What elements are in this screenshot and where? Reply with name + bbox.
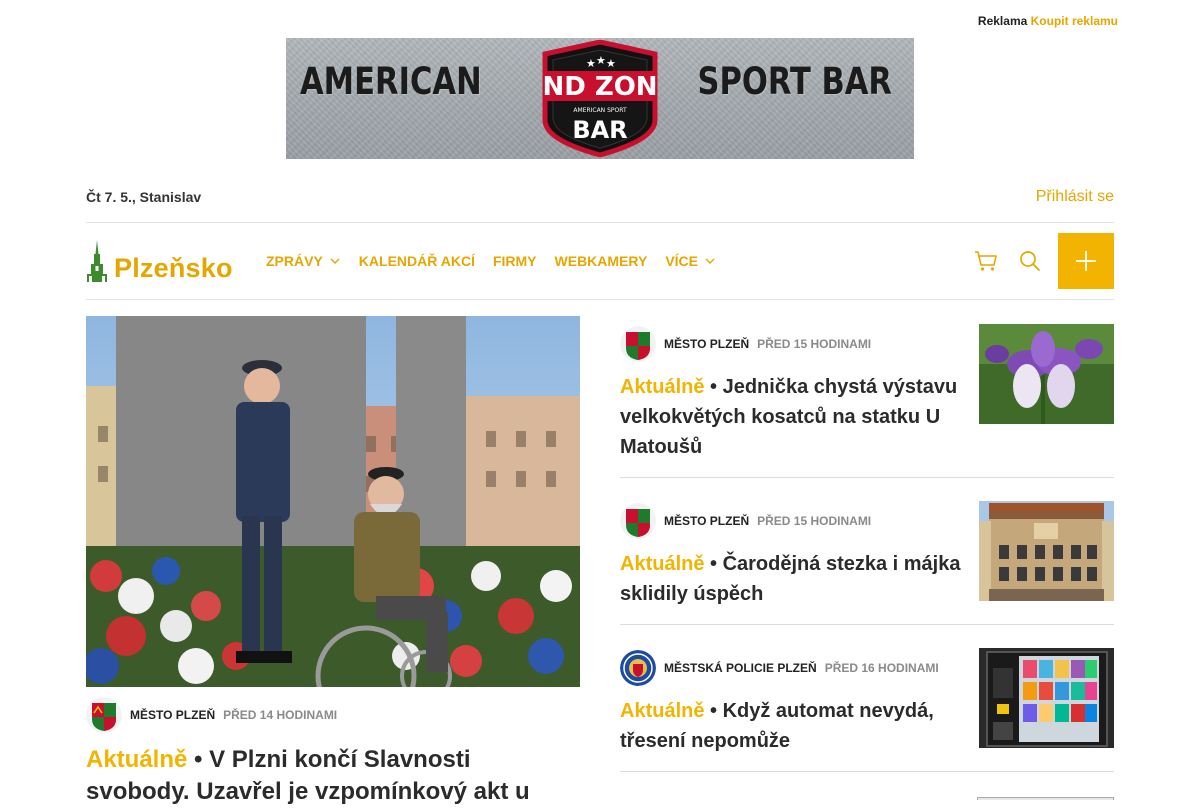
chevron-down-icon — [330, 258, 340, 264]
post-time: PŘED 15 HODINAMI — [757, 337, 872, 351]
article-thumbnail[interactable] — [979, 501, 1114, 601]
source-name: MĚSTO PLZEŇ — [664, 337, 750, 351]
divider — [620, 477, 1114, 478]
plzen-crest-icon — [86, 697, 122, 733]
divider — [620, 624, 1114, 625]
article-meta: MĚSTO PLZEŇ PŘED 15 HODINAMI — [620, 503, 871, 539]
main-article-image[interactable] — [86, 316, 580, 687]
svg-text:★: ★ — [606, 57, 616, 70]
cathedral-logo-icon — [87, 240, 107, 282]
cart-button[interactable] — [973, 248, 999, 274]
chevron-down-icon — [705, 258, 715, 264]
plzen-crest-icon — [620, 503, 656, 539]
article-title[interactable]: Aktuálně • Když automat nevydá, třesení … — [620, 696, 965, 756]
list-item: MĚSTO PLZEŇ PŘED 15 HODINAMI Aktuálně • … — [620, 324, 1114, 464]
nav-label: KALENDÁŘ AKCÍ — [358, 253, 475, 269]
ad-banner[interactable]: AMERICAN SPORT BAR ★ ★ ★ END ZONE AMERIC… — [286, 38, 914, 159]
nav-item-zpravy[interactable]: ZPRÁVY — [266, 253, 341, 269]
article-title[interactable]: Aktuálně • Čarodějná stezka i májka skli… — [620, 549, 965, 609]
article-meta: MĚSTSKÁ POLICIE PLZEŇ PŘED 16 HODINAMI — [620, 650, 939, 686]
badge-top-text: END ZONE — [541, 72, 659, 102]
header-divider — [86, 222, 1114, 223]
article-thumbnail[interactable] — [979, 324, 1114, 424]
article-thumbnail[interactable] — [979, 648, 1114, 748]
search-icon — [1020, 251, 1040, 271]
veterans-photo — [86, 316, 580, 687]
cart-icon — [975, 251, 997, 271]
article-meta: MĚSTO PLZEŇ PŘED 15 HODINAMI — [620, 326, 871, 362]
list-item: MĚSTO PLZEŇ PŘED 15 HODINAMI Aktuálně • … — [620, 501, 1114, 611]
kicker-label: Aktuálně — [620, 553, 705, 575]
nav-label: WEBKAMERY — [554, 253, 648, 269]
list-item: MĚSTSKÁ POLICIE PLZEŇ PŘED 16 HODINAMI A… — [620, 648, 1114, 758]
end-zone-badge-icon: ★ ★ ★ END ZONE AMERICAN SPORT BAR — [541, 40, 659, 157]
nav-label: FIRMY — [492, 253, 537, 269]
list-item — [620, 795, 1114, 800]
plzen-crest-icon — [620, 326, 656, 362]
post-time: PŘED 15 HODINAMI — [757, 514, 872, 528]
divider — [620, 771, 1114, 772]
svg-text:★: ★ — [586, 57, 596, 70]
source-name: MĚSTO PLZEŇ — [664, 514, 750, 528]
svg-text:★: ★ — [596, 54, 606, 67]
login-link[interactable]: Přihlásit se — [1036, 188, 1114, 206]
date-nameday: Čt 7. 5., Stanislav — [86, 189, 202, 205]
buy-ad-link[interactable]: Koupit reklamu — [1031, 14, 1118, 28]
main-article-meta: MĚSTO PLZEŇ PŘED 14 HODINAMI — [86, 697, 337, 733]
post-time: PŘED 14 HODINAMI — [223, 708, 338, 722]
iris-flower-photo — [979, 324, 1114, 424]
reklama-label: Reklama — [977, 14, 1028, 28]
nav-item-kalendar-akci[interactable]: KALENDÁŘ AKCÍ — [359, 253, 475, 269]
site-logo[interactable]: Plzeňsko — [86, 240, 233, 282]
main-nav: ZPRÁVY KALENDÁŘ AKCÍ FIRMY WEBKAMERY VÍC… — [266, 253, 716, 269]
nav-item-vice[interactable]: VÍCE — [665, 253, 716, 269]
vending-machine-photo — [979, 648, 1114, 748]
kicker-label: Aktuálně — [620, 700, 705, 722]
nav-label: ZPRÁVY — [266, 253, 323, 269]
kicker-label: Aktuálně — [620, 376, 705, 398]
nav-item-webkamery[interactable]: WEBKAMERY — [555, 253, 648, 269]
source-name: MĚSTO PLZEŇ — [130, 708, 216, 722]
search-button[interactable] — [1017, 248, 1043, 274]
kicker-label: Aktuálně — [86, 746, 188, 773]
plus-icon — [1076, 251, 1096, 271]
badge-small-text: AMERICAN SPORT — [573, 107, 627, 114]
ad-links: Reklama Koupit reklamu — [972, 14, 1118, 28]
banner-right-word: SPORT BAR — [697, 60, 892, 104]
main-article-title[interactable]: Aktuálně • V Plzni končí Slavnosti svobo… — [86, 744, 566, 808]
add-button[interactable] — [1058, 233, 1114, 289]
badge-bottom-text: BAR — [572, 116, 627, 144]
logo-text: Plzeňsko — [114, 253, 233, 283]
article-title[interactable]: Aktuálně • Jednička chystá výstavu velko… — [620, 372, 965, 462]
nav-label: VÍCE — [665, 253, 699, 269]
banner-left-word: AMERICAN — [300, 60, 482, 104]
nav-divider — [86, 299, 1114, 300]
town-hall-photo — [979, 501, 1114, 601]
nav-item-firmy[interactable]: FIRMY — [493, 253, 537, 269]
police-badge-icon — [620, 650, 656, 686]
post-time: PŘED 16 HODINAMI — [824, 661, 939, 675]
source-name: MĚSTSKÁ POLICIE PLZEŇ — [664, 661, 817, 675]
